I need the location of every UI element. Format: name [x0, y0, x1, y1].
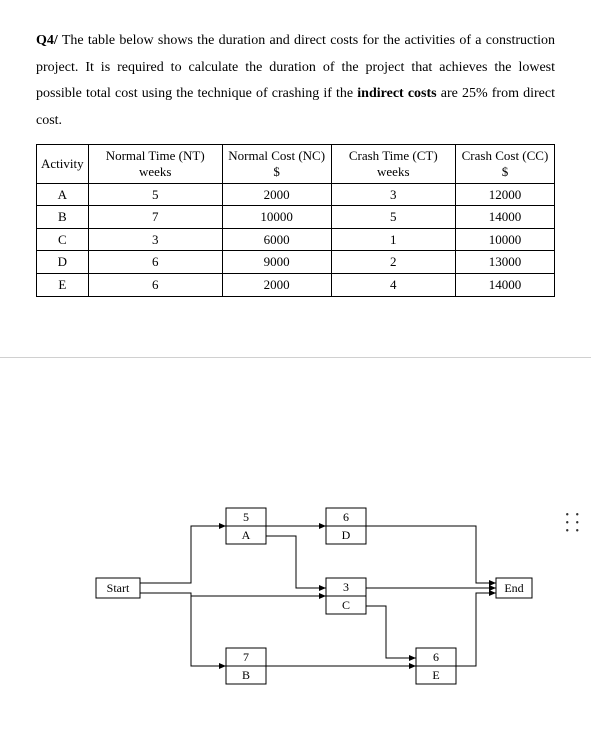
- table-row: B 7 10000 5 14000: [37, 206, 555, 229]
- section-divider: [0, 357, 591, 358]
- col-ct: Crash Time (CT) weeks: [331, 145, 455, 183]
- node-start-label: Start: [107, 580, 130, 594]
- edge-start-b: [140, 593, 226, 666]
- svg-text:6: 6: [433, 649, 439, 663]
- node-e: 6 E: [416, 648, 456, 684]
- table-row: E 6 2000 4 14000: [37, 273, 555, 296]
- svg-text:D: D: [342, 527, 351, 541]
- table-row: C 3 6000 1 10000: [37, 228, 555, 251]
- col-activity: Activity: [37, 145, 89, 183]
- col-nt: Normal Time (NT) weeks: [88, 145, 222, 183]
- svg-text:B: B: [242, 667, 250, 681]
- edge-c-e: [366, 606, 416, 658]
- table-row: A 5 2000 3 12000: [37, 183, 555, 206]
- edge-d-end: [366, 526, 496, 583]
- svg-text:E: E: [432, 667, 439, 681]
- node-a: 5 A: [226, 508, 266, 544]
- diagram-svg: Start 5 A 7 B 3 C 6 D: [76, 478, 556, 718]
- col-cc: Crash Cost (CC) $: [455, 145, 554, 183]
- table-row: D 6 9000 2 13000: [37, 251, 555, 274]
- edge-a-c: [266, 536, 326, 588]
- svg-text:C: C: [342, 597, 350, 611]
- svg-text:7: 7: [243, 649, 249, 663]
- question-label: Q4/: [36, 33, 58, 48]
- svg-text:5: 5: [243, 509, 249, 523]
- question-bold-phrase: indirect costs: [357, 86, 436, 101]
- question-prompt: Q4/ The table below shows the duration a…: [36, 28, 555, 134]
- more-dots-icon: • •• •• •: [565, 512, 581, 536]
- col-nc: Normal Cost (NC) $: [222, 145, 331, 183]
- node-c: 3 C: [326, 578, 366, 614]
- node-d: 6 D: [326, 508, 366, 544]
- network-diagram: Start 5 A 7 B 3 C 6 D: [36, 478, 555, 718]
- node-b: 7 B: [226, 648, 266, 684]
- edge-start-c: [191, 593, 326, 596]
- node-end-label: End: [504, 580, 523, 594]
- svg-text:A: A: [242, 527, 251, 541]
- activity-cost-table: Activity Normal Time (NT) weeks Normal C…: [36, 144, 555, 296]
- edge-e-end: [456, 593, 496, 666]
- svg-text:3: 3: [343, 579, 349, 593]
- svg-text:6: 6: [343, 509, 349, 523]
- edge-start-a: [140, 526, 226, 583]
